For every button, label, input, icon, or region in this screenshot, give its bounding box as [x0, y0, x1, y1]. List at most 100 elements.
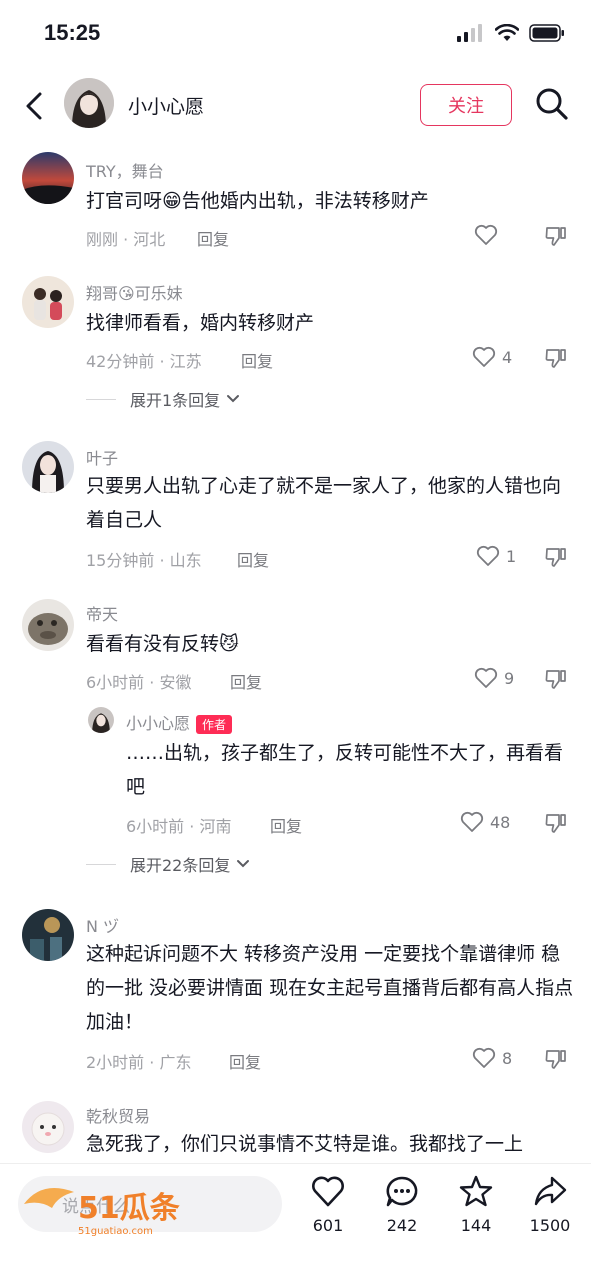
reply-author[interactable]: 小小心愿 作者 — [126, 710, 233, 734]
search-icon — [536, 88, 568, 120]
reply-button[interactable]: 回复 — [237, 547, 269, 571]
expand-replies-button[interactable]: 展开1条回复 — [86, 387, 240, 411]
like-button[interactable]: 1 — [476, 545, 516, 567]
chevron-down-icon — [237, 860, 250, 868]
status-icons — [457, 24, 565, 42]
watermark-logo: 51瓜条 51guatiao.com — [22, 1174, 212, 1238]
reply-meta: 6小时前 · 河南 — [126, 817, 232, 836]
like-count: 48 — [490, 812, 511, 832]
chevron-left-icon — [26, 92, 42, 120]
back-button[interactable] — [18, 86, 50, 126]
comment-meta: 2小时前 · 广东 — [86, 1053, 192, 1072]
comment-author[interactable]: N ヅ — [86, 913, 119, 937]
dislike-button[interactable] — [544, 224, 568, 252]
author-avatar[interactable] — [64, 78, 114, 128]
comment-text: 找律师看看，婚内转移财产 — [86, 312, 315, 334]
comment-item: 乾秋贸易 急死我了，你们只说事情不艾特是谁。我都找了一上 — [0, 1099, 591, 1163]
commenter-avatar[interactable] — [22, 909, 74, 961]
comment-item: TRY，舞台 打官司呀😁告他婚内出轨，非法转移财产 刚刚 · 河北 回复 — [0, 150, 591, 260]
comment-list: TRY，舞台 打官司呀😁告他婚内出轨，非法转移财产 刚刚 · 河北 回复 翔哥😘… — [0, 145, 591, 1163]
like-count: 4 — [502, 347, 513, 367]
like-button[interactable]: 48 — [460, 811, 510, 833]
favorite-count: 144 — [460, 1216, 492, 1235]
commenter-avatar[interactable] — [22, 1101, 74, 1153]
heart-icon — [472, 346, 496, 367]
comment-author[interactable]: 翔哥😘可乐妹 — [86, 280, 183, 304]
like-button[interactable]: 9 — [474, 667, 514, 689]
battery-icon — [529, 24, 564, 42]
reply-button[interactable]: 回复 — [197, 226, 229, 250]
wifi-icon — [495, 24, 519, 41]
comment-count: 242 — [386, 1216, 418, 1235]
status-bar: 15:25 — [0, 0, 591, 70]
commenter-avatar[interactable] — [22, 441, 74, 493]
thumbs-down-icon — [545, 1050, 566, 1069]
expand-label: 展开22条回复 — [130, 856, 231, 875]
nav-bar: 小小心愿 关注 — [0, 72, 591, 142]
follow-button[interactable]: 关注 — [420, 84, 512, 126]
thumbs-down-icon — [545, 548, 566, 567]
reply-button[interactable]: 回复 — [229, 1049, 261, 1073]
favorite-action-button[interactable]: 144 — [444, 1174, 508, 1235]
heart-icon — [474, 667, 498, 688]
comment-author[interactable]: 叶子 — [86, 445, 118, 469]
comment-text: 打官司呀😁告他婚内出轨，非法转移财产 — [86, 190, 429, 212]
comment-action-button[interactable]: 242 — [370, 1174, 434, 1235]
comment-item: N ヅ 这种起诉问题不大 转移资产没用 一定要找个靠谱律师 稳的一批 没必要讲情… — [0, 907, 591, 1087]
commenter-avatar[interactable] — [22, 152, 74, 204]
comment-text: 急死我了，你们只说事情不艾特是谁。我都找了一上 — [86, 1133, 524, 1155]
thumbs-down-icon — [545, 349, 566, 368]
divider-line — [86, 398, 116, 400]
comment-item: 翔哥😘可乐妹 找律师看看，婚内转移财产 42分钟前 · 江苏 回复 4 展开1条… — [0, 274, 591, 414]
like-button[interactable] — [474, 224, 504, 246]
comment-text: 这种起诉问题不大 转移资产没用 一定要找个靠谱律师 稳的一批 没必要讲情面 现在… — [86, 943, 574, 1033]
heart-icon — [476, 545, 500, 566]
star-icon — [459, 1175, 493, 1207]
dislike-button[interactable] — [544, 1047, 568, 1075]
heart-icon — [474, 224, 498, 245]
chevron-down-icon — [227, 395, 240, 403]
reply-button[interactable]: 回复 — [230, 669, 262, 693]
share-count: 1500 — [529, 1216, 571, 1235]
reply-button[interactable]: 回复 — [241, 348, 273, 372]
reply-author-avatar[interactable] — [88, 707, 114, 733]
divider-line — [86, 863, 116, 865]
commenter-avatar[interactable] — [22, 276, 74, 328]
share-action-button[interactable]: 1500 — [518, 1174, 582, 1235]
comment-item: 叶子 只要男人出轨了心走了就不是一家人了，他家的人错也向着自己人 15分钟前 ·… — [0, 439, 591, 579]
comment-meta: 刚刚 · 河北 — [86, 230, 166, 249]
like-button[interactable]: 4 — [472, 346, 512, 368]
thumbs-down-icon — [545, 670, 566, 689]
comment-author[interactable]: 乾秋贸易 — [86, 1103, 150, 1127]
dislike-button[interactable] — [544, 667, 568, 695]
dislike-button[interactable] — [544, 346, 568, 374]
bottom-action-bar: 说点什么... 51瓜条 51guatiao.com 601 242 144 1… — [0, 1163, 591, 1280]
heart-icon — [472, 1047, 496, 1068]
expand-replies-button[interactable]: 展开22条回复 — [86, 852, 250, 876]
reply-author-name: 小小心愿 — [126, 714, 191, 733]
dislike-button[interactable] — [544, 811, 568, 839]
comment-author[interactable]: 帝天 — [86, 601, 118, 625]
author-tag: 作者 — [196, 715, 233, 734]
dislike-button[interactable] — [544, 545, 568, 573]
comment-meta: 15分钟前 · 山东 — [86, 551, 202, 570]
comment-meta: 6小时前 · 安徽 — [86, 673, 192, 692]
reply-button[interactable]: 回复 — [270, 813, 302, 837]
like-action-button[interactable]: 601 — [296, 1174, 360, 1235]
like-button[interactable]: 8 — [472, 1047, 512, 1069]
watermark-brand: 51瓜条 — [78, 1191, 180, 1226]
signal-icon — [457, 24, 482, 42]
status-time: 15:25 — [44, 20, 101, 45]
comment-text: 看看有没有反转😼 — [86, 633, 239, 655]
search-button[interactable] — [534, 86, 574, 126]
thumbs-down-icon — [545, 227, 566, 246]
watermark-url: 51guatiao.com — [78, 1226, 153, 1237]
like-count: 1 — [506, 546, 517, 566]
commenter-avatar[interactable] — [22, 599, 74, 651]
expand-label: 展开1条回复 — [130, 391, 221, 410]
comment-author[interactable]: TRY，舞台 — [86, 158, 164, 182]
author-name[interactable]: 小小心愿 — [128, 92, 204, 119]
reply-text: ……出轨，孩子都生了，反转可能性不大了，再看看吧 — [126, 742, 564, 798]
comment-item: 帝天 看看有没有反转😼 6小时前 · 安徽 回复 9 小小心愿 作者 ……出轨，孩… — [0, 597, 591, 877]
heart-icon — [460, 811, 484, 832]
